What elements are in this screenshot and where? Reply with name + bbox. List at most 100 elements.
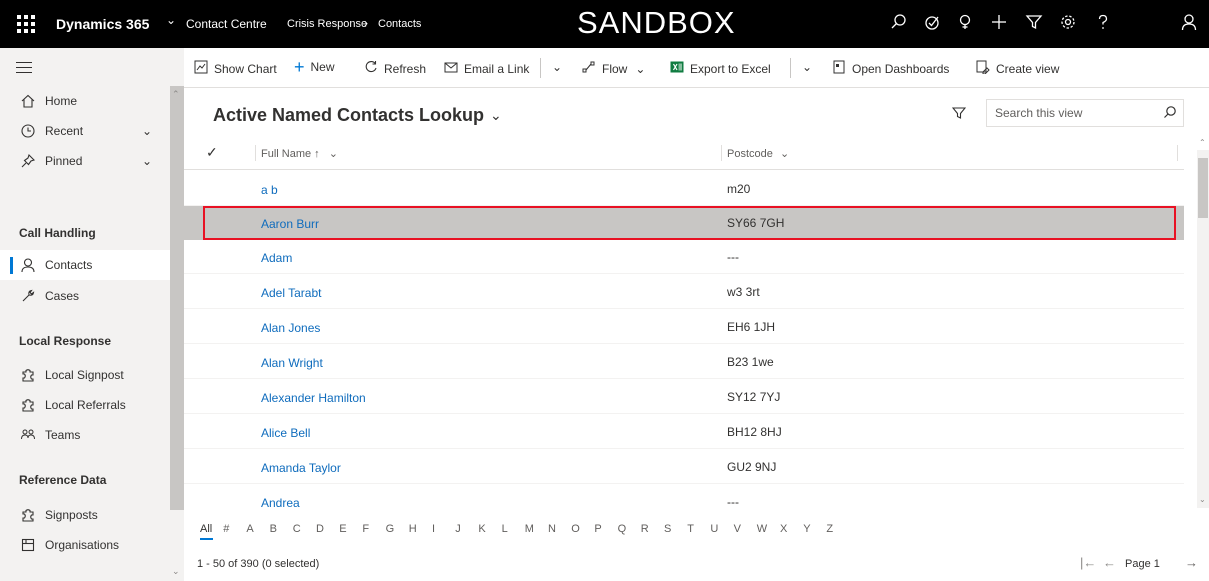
- select-all-checkmark-icon[interactable]: ✓: [206, 144, 218, 161]
- jump-bar-letter[interactable]: Q: [618, 523, 627, 535]
- table-row[interactable]: Andrea ---: [184, 485, 1184, 510]
- table-row[interactable]: Adam ---: [184, 240, 1184, 274]
- chevron-down-icon[interactable]: ⌄: [166, 13, 176, 27]
- scroll-up-icon[interactable]: ⌃: [172, 89, 180, 100]
- table-row[interactable]: Alexander Hamilton SY12 7YJ: [184, 380, 1184, 414]
- jump-bar-all[interactable]: All: [200, 523, 212, 535]
- contact-name-link[interactable]: Alan Wright: [261, 356, 323, 370]
- chevron-down-icon[interactable]: ⌄: [635, 62, 645, 76]
- jump-bar-letter[interactable]: B: [270, 523, 277, 535]
- search-icon[interactable]: [1163, 105, 1177, 122]
- lightbulb-icon[interactable]: [956, 13, 978, 35]
- sidebar-item-cases[interactable]: Cases: [0, 281, 170, 311]
- search-input[interactable]: [987, 100, 1157, 126]
- grid-scrollbar-thumb[interactable]: [1198, 158, 1208, 218]
- jump-bar-letter[interactable]: U: [710, 523, 718, 535]
- jump-bar-letter[interactable]: P: [594, 523, 601, 535]
- export-excel-button[interactable]: Export to Excel: [670, 60, 771, 77]
- view-selector[interactable]: Active Named Contacts Lookup ⌄: [213, 105, 502, 126]
- jump-bar-letter[interactable]: Y: [803, 523, 810, 535]
- jump-bar-letter[interactable]: N: [548, 523, 556, 535]
- jump-bar-letter[interactable]: W: [757, 523, 767, 535]
- contact-name-link[interactable]: Adam: [261, 251, 292, 265]
- chevron-down-icon[interactable]: ⌄: [802, 60, 812, 74]
- sidebar-item-signposts[interactable]: Signposts: [0, 500, 170, 530]
- user-icon[interactable]: [1180, 13, 1202, 35]
- table-row[interactable]: Aaron Burr SY66 7GH: [184, 206, 1184, 240]
- contact-name-link[interactable]: Alan Jones: [261, 321, 320, 335]
- table-row[interactable]: Amanda Taylor GU2 9NJ: [184, 450, 1184, 484]
- app-launcher-icon[interactable]: [14, 12, 38, 36]
- jump-bar-letter[interactable]: H: [409, 523, 417, 535]
- jump-bar-letter[interactable]: V: [734, 523, 741, 535]
- chevron-down-icon[interactable]: ⌄: [490, 107, 502, 124]
- filter-icon[interactable]: [1025, 13, 1047, 35]
- sidebar-item-pinned[interactable]: Pinned ⌄: [0, 146, 170, 176]
- sidebar-item-recent[interactable]: Recent ⌄: [0, 116, 170, 146]
- task-icon[interactable]: [923, 13, 945, 35]
- chevron-down-icon[interactable]: ⌄: [780, 148, 789, 160]
- breadcrumb-contacts[interactable]: Contacts: [378, 18, 421, 30]
- sidebar-item-local-referrals[interactable]: Local Referrals: [0, 390, 170, 420]
- jump-bar-letter[interactable]: E: [339, 523, 346, 535]
- show-chart-button[interactable]: Show Chart: [194, 60, 277, 77]
- jump-bar-letter[interactable]: C: [293, 523, 301, 535]
- jump-bar-letter[interactable]: A: [246, 523, 253, 535]
- search-icon[interactable]: [890, 13, 912, 35]
- plus-icon[interactable]: [990, 13, 1012, 35]
- table-row[interactable]: Adel Tarabt w3 3rt: [184, 275, 1184, 309]
- jump-bar-letter[interactable]: T: [687, 523, 694, 535]
- flow-button[interactable]: Flow ⌄: [582, 60, 645, 77]
- jump-bar-letter[interactable]: J: [455, 523, 461, 535]
- jump-bar-letter[interactable]: G: [386, 523, 395, 535]
- jump-bar-letter[interactable]: L: [502, 523, 508, 535]
- contact-name-link[interactable]: Amanda Taylor: [261, 461, 341, 475]
- jump-bar-letter[interactable]: D: [316, 523, 324, 535]
- contact-name-link[interactable]: a b: [261, 183, 278, 197]
- sidebar-item-teams[interactable]: Teams: [0, 420, 170, 450]
- chevron-down-icon[interactable]: ⌄: [552, 60, 562, 74]
- column-header-full-name[interactable]: Full Name ↑ ⌄: [261, 147, 338, 160]
- contact-name-link[interactable]: Andrea: [261, 496, 300, 510]
- previous-page-icon[interactable]: ←: [1103, 555, 1116, 570]
- jump-bar-letter[interactable]: I: [432, 523, 435, 535]
- jump-bar-letter[interactable]: R: [641, 523, 649, 535]
- jump-bar-letter[interactable]: K: [478, 523, 485, 535]
- table-row[interactable]: a b m20: [184, 172, 1184, 206]
- refresh-button[interactable]: Refresh: [364, 60, 426, 77]
- sidebar-item-local-signpost[interactable]: Local Signpost: [0, 360, 170, 390]
- chevron-down-icon[interactable]: ⌄: [142, 124, 152, 138]
- sidebar-item-contacts[interactable]: Contacts: [0, 250, 170, 280]
- filter-icon[interactable]: [951, 106, 967, 123]
- table-row[interactable]: Alan Wright B23 1we: [184, 345, 1184, 379]
- sidebar-item-home[interactable]: Home: [0, 86, 170, 116]
- jump-bar-letter[interactable]: X: [780, 523, 787, 535]
- create-view-button[interactable]: Create view: [976, 60, 1059, 77]
- jump-bar-letter[interactable]: S: [664, 523, 671, 535]
- chevron-down-icon[interactable]: ⌄: [329, 148, 338, 160]
- jump-bar-letter[interactable]: Z: [826, 523, 833, 535]
- new-button[interactable]: + New: [294, 58, 335, 76]
- open-dashboards-button[interactable]: Open Dashboards: [832, 60, 949, 77]
- table-row[interactable]: Alice Bell BH12 8HJ: [184, 415, 1184, 449]
- contact-name-link[interactable]: Adel Tarabt: [261, 286, 322, 300]
- contact-name-link[interactable]: Aaron Burr: [261, 217, 319, 231]
- email-link-button[interactable]: Email a Link: [444, 60, 529, 77]
- contact-name-link[interactable]: Alexander Hamilton: [261, 391, 366, 405]
- gear-icon[interactable]: [1059, 13, 1081, 35]
- jump-bar-letter[interactable]: F: [362, 523, 369, 535]
- column-header-postcode[interactable]: Postcode ⌄: [727, 147, 789, 160]
- next-page-icon[interactable]: →: [1185, 555, 1198, 570]
- sidebar-scrollbar-thumb[interactable]: [170, 86, 184, 510]
- scroll-up-icon[interactable]: ⌃: [1199, 138, 1206, 147]
- hamburger-menu-icon[interactable]: [16, 62, 32, 77]
- app-name[interactable]: Dynamics 365: [56, 16, 149, 32]
- jump-bar-letter[interactable]: M: [525, 523, 534, 535]
- scroll-down-icon[interactable]: ⌄: [172, 566, 180, 577]
- scroll-down-icon[interactable]: ⌄: [1199, 495, 1206, 504]
- chevron-down-icon[interactable]: ⌄: [142, 154, 152, 168]
- contact-name-link[interactable]: Alice Bell: [261, 426, 310, 440]
- sidebar-item-organisations[interactable]: Organisations: [0, 530, 170, 560]
- area-name[interactable]: Contact Centre: [186, 17, 267, 31]
- jump-bar-letter[interactable]: O: [571, 523, 580, 535]
